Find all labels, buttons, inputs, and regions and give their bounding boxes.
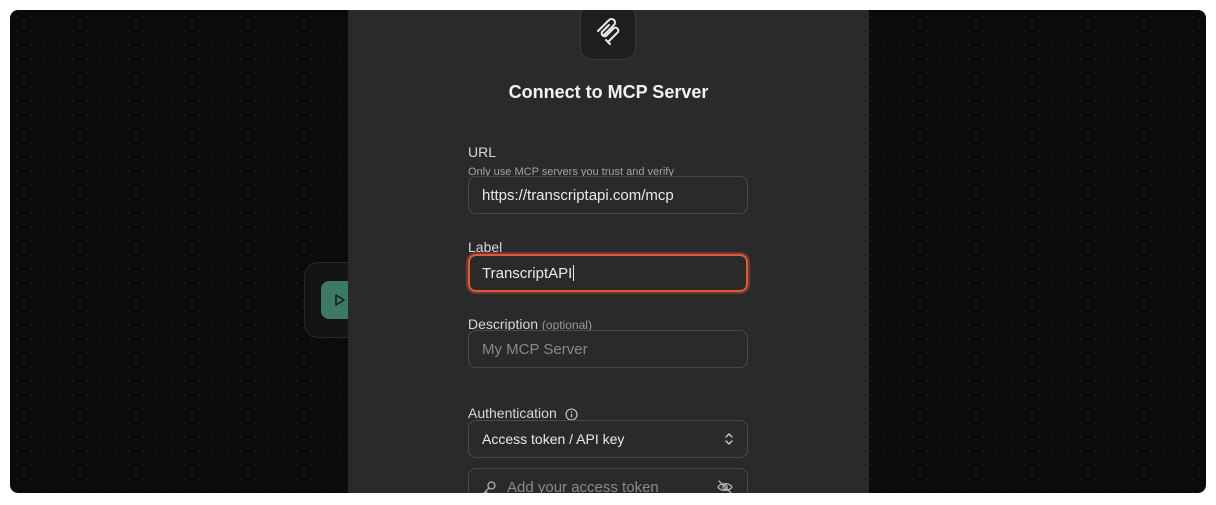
url-input[interactable]: https://transcriptapi.com/mcp	[468, 176, 748, 214]
text-caret	[573, 265, 575, 281]
chevron-updown-icon	[725, 433, 733, 445]
url-value: https://transcriptapi.com/mcp	[482, 186, 674, 204]
authentication-label: Authentication	[468, 405, 578, 421]
authentication-label-text: Authentication	[468, 405, 557, 421]
authentication-selected: Access token / API key	[482, 431, 625, 447]
access-token-placeholder: Add your access token	[507, 478, 659, 494]
description-placeholder: My MCP Server	[482, 340, 588, 358]
label-label: Label	[468, 239, 503, 255]
access-token-input[interactable]: Add your access token	[468, 468, 748, 493]
play-icon	[335, 294, 345, 306]
dialog-title: Connect to MCP Server	[508, 82, 709, 102]
authentication-select[interactable]: Access token / API key	[468, 420, 748, 458]
canvas-background: Connect to MCP Server URL Only use MCP s…	[10, 10, 1206, 493]
eye-off-icon[interactable]	[716, 479, 734, 493]
info-icon[interactable]	[565, 408, 578, 421]
key-icon	[482, 480, 497, 493]
description-input[interactable]: My MCP Server	[468, 330, 748, 368]
connect-mcp-dialog: Connect to MCP Server URL Only use MCP s…	[348, 10, 869, 493]
url-label: URL	[468, 144, 497, 160]
mcp-logo-icon	[580, 10, 636, 60]
label-value: TranscriptAPI	[482, 264, 573, 282]
label-input[interactable]: TranscriptAPI	[468, 254, 748, 292]
